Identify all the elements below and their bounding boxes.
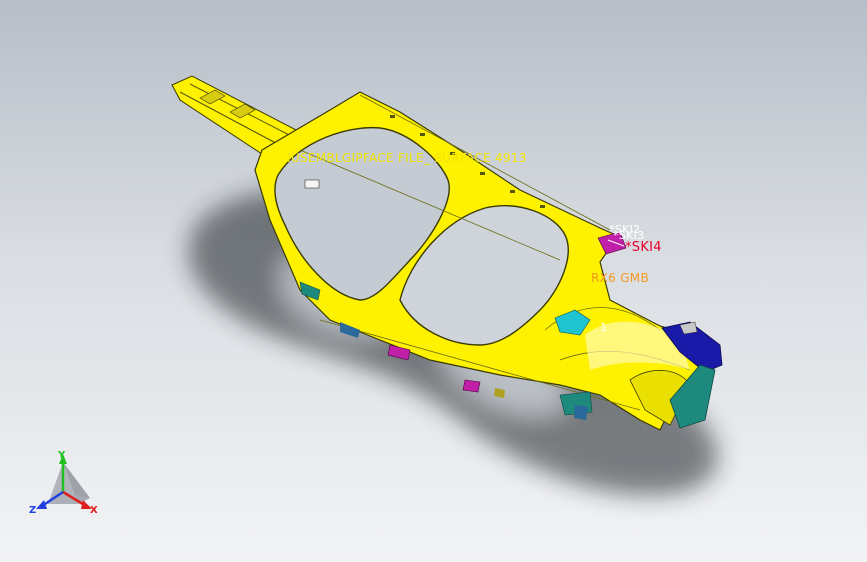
graphics-viewport[interactable]: IUSEMBLGIPFACE FILE_ SURFACE 4913 *SKI2 … (0, 0, 867, 562)
orange-annotation[interactable]: RX6 GMB (591, 271, 649, 285)
triad-y-label: Y (58, 450, 66, 461)
bracket-part (304, 179, 320, 189)
sketch-annotation-c[interactable]: *SKI4 (625, 240, 662, 255)
surface-annotation[interactable]: IUSEMBLGIPFACE FILE_ SURFACE 4913 (287, 151, 527, 165)
small-mark: 1 (600, 321, 608, 334)
model-scene[interactable] (0, 0, 867, 562)
triad-z-label: Z (29, 505, 37, 516)
triad-x-label: X (90, 505, 98, 516)
